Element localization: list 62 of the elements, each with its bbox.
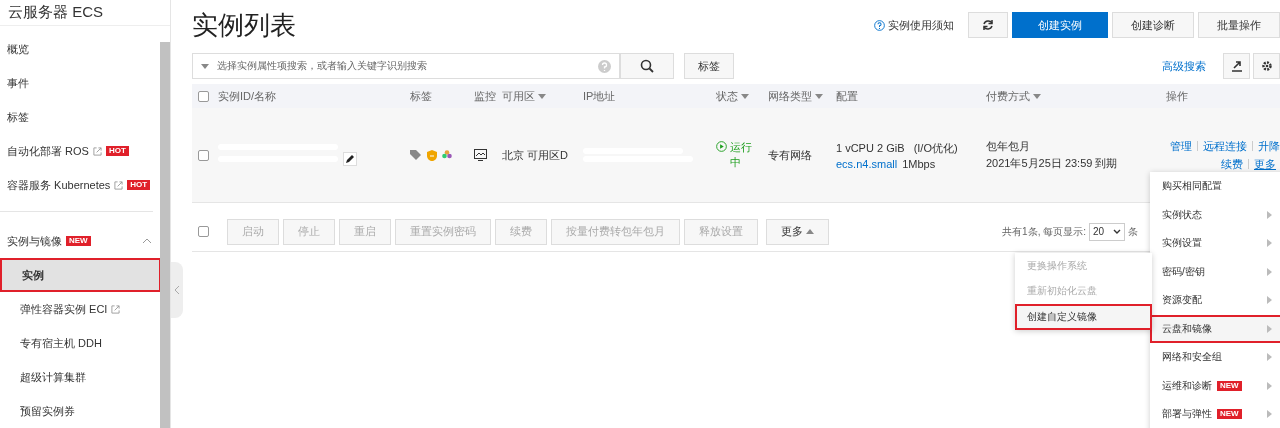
action-link[interactable]: 更多 [1254,156,1276,172]
column-header[interactable]: 网络类型 [768,88,836,104]
bulk-action-button[interactable]: 更多 [766,218,829,245]
instance-type-link[interactable]: ecs.n4.small [836,157,898,170]
menu-item[interactable]: 资源变配 [1150,286,1280,315]
menu-item[interactable]: 密码/密钥 [1150,257,1280,286]
menu-item[interactable]: 购买相同配置 [1150,172,1280,201]
sidebar-item[interactable]: 标签 [0,100,160,134]
hot-badge: HOT [127,180,151,190]
page-size-select[interactable]: 20 [1089,222,1125,241]
network-type-text: 专有网络 [768,147,813,163]
column-header[interactable]: 可用区 [502,88,583,104]
menu-item[interactable]: 云盘和镜像 [1150,314,1280,343]
menu-item[interactable]: 运维和诊断 NEW [1150,371,1280,400]
column-header[interactable]: 付费方式 [986,88,1166,104]
sidebar-item[interactable]: 容器服务 Kubernetes HOT [0,168,160,202]
action-link[interactable]: 远程连接 [1203,138,1247,154]
menu-item[interactable]: 创建自定义镜像 [1015,304,1152,330]
new-badge: NEW [1217,380,1242,391]
billing-text: 包年包月 [986,139,1031,154]
column-header: 实例ID/名称 [218,88,278,104]
action-button[interactable]: 批量操作 [1198,12,1280,38]
bandwidth-text: 1Mbps [902,157,936,170]
new-badge: NEW [66,236,91,246]
column-header: 配置 [836,88,859,104]
column-header: 操作 [1166,88,1189,104]
action-link[interactable]: 管理 [1170,138,1192,154]
action-link[interactable]: 升降 [1258,138,1280,154]
sidebar-item[interactable]: 自动化部署 ROS HOT [0,134,160,168]
sidebar-item[interactable]: 超级计算集群 [0,360,160,394]
menu-item[interactable]: 部署与弹性 NEW [1150,400,1280,428]
menu-item[interactable]: 网络和安全组 [1150,343,1280,372]
status-text: 运行中 [716,140,760,170]
sidebar-title: 云服务器 ECS [0,0,170,26]
search-field[interactable]: 选择实例属性项搜索，或者输入关键字识别搜索 [192,53,620,79]
sidebar-item[interactable]: 专有宿主机 DDH [0,326,160,360]
column-header[interactable]: 状态 [716,88,768,104]
action-link[interactable]: 续费 [1221,156,1243,172]
help-link[interactable]: 实例使用须知 [874,17,954,33]
pagination-unit: 条 [1128,224,1138,239]
sidebar-item[interactable]: 实例 [0,258,161,292]
hot-badge: HOT [105,146,129,156]
menu-item[interactable]: 实例设置 [1150,229,1280,258]
pagination-summary: 共有1条, 每页显示: [1002,224,1086,239]
sidebar-group[interactable]: 实例与镜像 NEW [0,224,160,258]
column-header: 监控 [474,88,497,104]
create-button[interactable]: 创建实例 [1012,12,1108,38]
tag-button[interactable]: 标签 [684,53,734,79]
sidebar-item[interactable]: 概览 [0,32,160,66]
page-title: 实例列表 [192,8,297,42]
sidebar-item[interactable]: 事件 [0,66,160,100]
sidebar-item[interactable]: 预留实例券 [0,394,160,428]
expiry-text: 2021年5月25日 23:59 到期 [986,156,1119,171]
column-header: 标签 [410,88,433,104]
column-header: IP地址 [583,88,617,104]
zone-text: 北京 可用区D [502,147,569,163]
menu-item[interactable]: 实例状态 [1150,200,1280,229]
new-badge: NEW [1217,409,1242,420]
sidebar-item[interactable]: 弹性容器实例 ECI [0,292,160,326]
action-button[interactable]: 创建诊断 [1112,12,1194,38]
advanced-search-link[interactable]: 高级搜索 [1162,58,1206,74]
spec-text: 1 vCPU 2 GiB (I/O优化) [836,140,959,156]
